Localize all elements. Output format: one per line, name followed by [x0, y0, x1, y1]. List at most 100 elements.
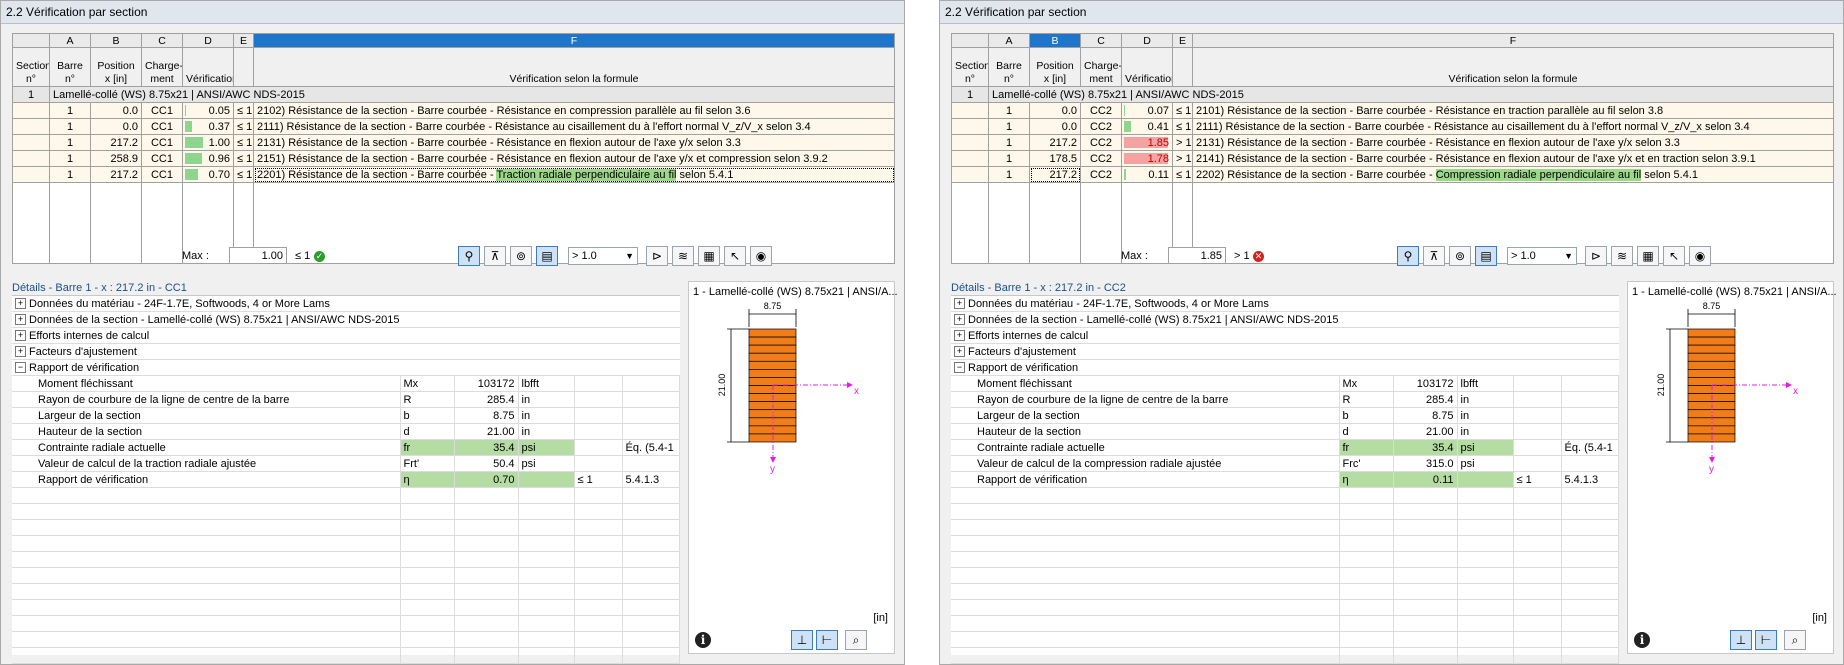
- details-section-row[interactable]: + Facteurs d'ajustement: [12, 343, 680, 360]
- details-section-row[interactable]: + Données du matériau - 24F-1.7E, Softwoo…: [951, 296, 1619, 312]
- details-row[interactable]: Rayon de courbure de la ligne de centre …: [12, 391, 680, 408]
- details-row[interactable]: Valeur de calcul de la compression radia…: [951, 455, 1619, 472]
- detail-reference: [622, 455, 680, 472]
- table-row[interactable]: 1 0.0 CC1 0.05 ≤ 1 2102) Résistance de la sec…: [12, 102, 895, 119]
- filter-apply-icon[interactable]: ⊳: [1585, 246, 1607, 266]
- group-row[interactable]: 1 Lamellé-collé (WS) 8.75x21 | ANSI/AWC …: [951, 86, 1834, 103]
- table-row[interactable]: 1 258.9 CC1 0.96 ≤ 1 2151) Résistance de la s…: [12, 150, 895, 167]
- show-axes-icon[interactable]: ⊢: [816, 630, 838, 650]
- row-header[interactable]: [951, 134, 989, 151]
- details-row[interactable]: Rapport de vérification η 0.70 ≤ 1 5.4.1.3: [12, 471, 680, 488]
- info-icon[interactable]: i: [695, 632, 711, 648]
- row-header[interactable]: [12, 134, 50, 151]
- table-row[interactable]: 1 0.0 CC2 0.41 ≤ 1 2111) Résistance de la sec…: [951, 118, 1834, 135]
- details-section-row[interactable]: − Rapport de vérification: [951, 359, 1619, 376]
- col-letter-c[interactable]: C: [141, 33, 183, 48]
- expand-icon[interactable]: +: [15, 298, 26, 310]
- table-row[interactable]: 1 0.0 CC2 0.07 ≤ 1 2101) Résistance de la sec…: [951, 102, 1834, 119]
- zoom-icon[interactable]: ⌕: [845, 630, 867, 650]
- details-row[interactable]: Hauteur de la section d 21.00 in: [951, 423, 1619, 440]
- details-row[interactable]: Moment fléchissant Mx 103172 lbfft: [951, 375, 1619, 392]
- details-row[interactable]: Hauteur de la section d 21.00 in: [12, 423, 680, 440]
- col-letter-d[interactable]: D: [182, 33, 234, 48]
- details-section-row[interactable]: + Facteurs d'ajustement: [951, 343, 1619, 360]
- col-letter-e[interactable]: E: [233, 33, 254, 48]
- col-letter-f[interactable]: F: [1192, 33, 1834, 48]
- table-row[interactable]: 1 217.2 CC1 0.70 ≤ 1 2201) Résistance de la s…: [12, 166, 895, 183]
- col-letter-c[interactable]: C: [1080, 33, 1122, 48]
- col-letter-a[interactable]: A: [49, 33, 91, 48]
- info-icon[interactable]: i: [1634, 632, 1650, 648]
- details-section-row[interactable]: − Rapport de vérification: [12, 359, 680, 376]
- results-diagram-icon[interactable]: ▤: [536, 246, 558, 266]
- col-letter-b[interactable]: B: [1029, 33, 1081, 48]
- expand-icon[interactable]: +: [15, 346, 26, 358]
- export-excel-icon[interactable]: ▦: [1637, 246, 1659, 266]
- row-header[interactable]: [12, 166, 50, 183]
- row-header[interactable]: [12, 150, 50, 167]
- table-row[interactable]: 1 0.0 CC1 0.37 ≤ 1 2111) Résistance de la sec…: [12, 118, 895, 135]
- details-section-row[interactable]: + Données de la section - Lamellé-collé (…: [951, 311, 1619, 328]
- detail-value: 8.75: [454, 407, 519, 424]
- col-letter-a[interactable]: A: [988, 33, 1030, 48]
- view-icon[interactable]: ◉: [1689, 246, 1711, 266]
- expand-icon[interactable]: +: [954, 330, 965, 342]
- row-header[interactable]: [12, 102, 50, 119]
- show-dimensions-icon[interactable]: ⊥: [791, 630, 813, 650]
- details-section-row[interactable]: + Efforts internes de calcul: [12, 327, 680, 344]
- row-header[interactable]: [951, 166, 989, 183]
- table-row[interactable]: 1 178.5 CC2 1.78 > 1 2141) Résistance de la s…: [951, 150, 1834, 167]
- show-member-icon[interactable]: ⊼: [484, 246, 506, 266]
- expand-icon[interactable]: +: [15, 314, 26, 326]
- table-row[interactable]: 1 217.2 CC2 1.85 > 1 2131) Résistance de la s…: [951, 134, 1834, 151]
- details-row[interactable]: Rapport de vérification η 0.11 ≤ 1 5.4.1.3: [951, 471, 1619, 488]
- col-letter-b[interactable]: B: [90, 33, 142, 48]
- expand-icon[interactable]: +: [954, 314, 965, 326]
- filter-apply-icon[interactable]: ⊳: [646, 246, 668, 266]
- collapse-icon[interactable]: −: [15, 362, 26, 374]
- select-icon[interactable]: ↖: [1663, 246, 1685, 266]
- filter-dropdown[interactable]: > 1.0 ▼: [568, 247, 638, 265]
- details-section-row[interactable]: + Données du matériau - 24F-1.7E, Softwoo…: [12, 296, 680, 312]
- show-member-icon[interactable]: ⊼: [1423, 246, 1445, 266]
- col-letter-d[interactable]: D: [1121, 33, 1173, 48]
- details-row[interactable]: Contrainte radiale actuelle fr 35.4 psi Éq. …: [951, 439, 1619, 456]
- table-row[interactable]: 1 217.2 CC2 0.11 ≤ 1 2202) Résistance de la s…: [951, 166, 1834, 183]
- group-row[interactable]: 1 Lamellé-collé (WS) 8.75x21 | ANSI/AWC …: [12, 86, 895, 103]
- collapse-icon[interactable]: −: [954, 362, 965, 374]
- expand-icon[interactable]: +: [954, 346, 965, 358]
- results-diagram-icon[interactable]: ▤: [1475, 246, 1497, 266]
- details-row[interactable]: Largeur de la section b 8.75 in: [951, 407, 1619, 424]
- col-letter-f[interactable]: F: [253, 33, 895, 48]
- details-row[interactable]: Contrainte radiale actuelle fr 35.4 psi Éq. …: [12, 439, 680, 456]
- col-letter-e[interactable]: E: [1172, 33, 1193, 48]
- color-scale-icon[interactable]: ≋: [672, 246, 694, 266]
- expand-icon[interactable]: +: [954, 298, 965, 310]
- show-axes-icon[interactable]: ⊢: [1755, 630, 1777, 650]
- row-header[interactable]: [12, 118, 50, 135]
- select-icon[interactable]: ↖: [724, 246, 746, 266]
- zoom-icon[interactable]: ⌕: [1784, 630, 1806, 650]
- export-excel-icon[interactable]: ▦: [698, 246, 720, 266]
- binoculars-icon[interactable]: ⊚: [510, 246, 532, 266]
- details-row[interactable]: Moment fléchissant Mx 103172 lbfft: [12, 375, 680, 392]
- cell-ratio: 0.96: [182, 150, 234, 167]
- color-scale-icon[interactable]: ≋: [1611, 246, 1633, 266]
- show-dimensions-icon[interactable]: ⊥: [1730, 630, 1752, 650]
- view-icon[interactable]: ◉: [750, 246, 772, 266]
- details-row[interactable]: Rayon de courbure de la ligne de centre …: [951, 391, 1619, 408]
- expand-icon[interactable]: +: [15, 330, 26, 342]
- table-row[interactable]: 1 217.2 CC1 1.00 ≤ 1 2131) Résistance de la s…: [12, 134, 895, 151]
- row-header[interactable]: [951, 150, 989, 167]
- filter-dropdown[interactable]: > 1.0 ▼: [1507, 247, 1577, 265]
- design-check-icon[interactable]: ⚲: [1397, 246, 1419, 266]
- design-check-icon[interactable]: ⚲: [458, 246, 480, 266]
- details-section-row[interactable]: + Efforts internes de calcul: [951, 327, 1619, 344]
- binoculars-icon[interactable]: ⊚: [1449, 246, 1471, 266]
- row-header[interactable]: [951, 118, 989, 135]
- details-row[interactable]: Valeur de calcul de la traction radiale …: [12, 455, 680, 472]
- details-section-row[interactable]: + Données de la section - Lamellé-collé (…: [12, 311, 680, 328]
- cell-load: CC1: [141, 118, 183, 135]
- details-row[interactable]: Largeur de la section b 8.75 in: [12, 407, 680, 424]
- row-header[interactable]: [951, 102, 989, 119]
